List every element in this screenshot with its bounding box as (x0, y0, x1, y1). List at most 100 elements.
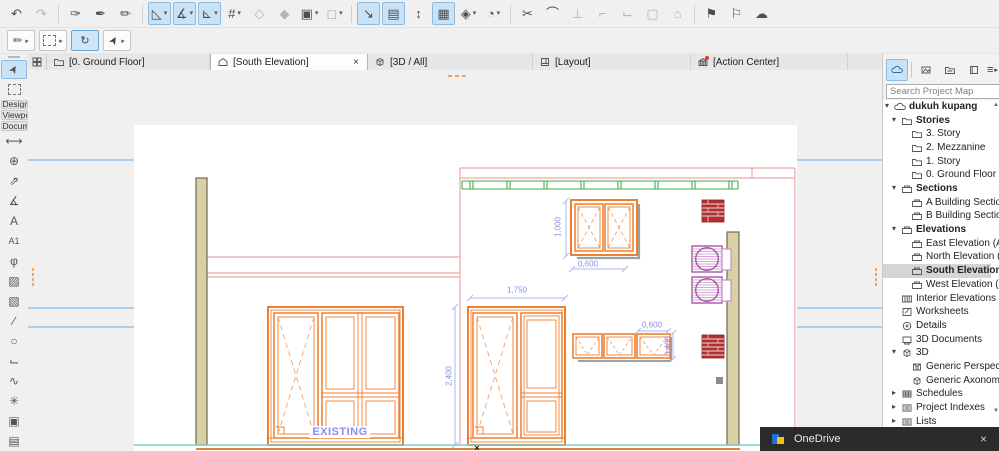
drawing-tool[interactable]: ▤ (1, 431, 27, 450)
tree-item-3-story[interactable]: 3. Story (883, 127, 991, 141)
undo-icon[interactable]: ↶ (5, 2, 28, 25)
tree-item-details[interactable]: Details (883, 319, 991, 333)
tab--layout-[interactable]: [Layout] (533, 54, 691, 70)
tree-item-sections[interactable]: ▾ Sections (883, 182, 991, 196)
label-tool[interactable]: A1 (1, 231, 27, 250)
tree-item-a-building-section[interactable]: A Building Section ( (883, 196, 999, 210)
tab--action-center-[interactable]: [Action Center] (691, 54, 848, 70)
tree-item-schedules[interactable]: ▸ Schedules (883, 387, 991, 401)
scroll-up-icon[interactable]: ▲ (992, 102, 999, 108)
tree-item-west-elevation-aut[interactable]: West Elevation (Aut (883, 278, 999, 292)
marquee-transform-icon[interactable]: ▦ (432, 2, 455, 25)
palette-handle[interactable] (8, 56, 20, 58)
circle-tool[interactable]: ○ (1, 331, 27, 350)
expander-icon[interactable]: ▾ (892, 347, 896, 356)
level-dimension-tool[interactable]: ⊕ (1, 152, 27, 171)
tree-item-0-ground-floor[interactable]: 0. Ground Floor (883, 168, 996, 182)
tab--3d-all-[interactable]: [3D / All] (368, 54, 533, 70)
expander-icon[interactable]: ▾ (892, 183, 896, 192)
scroll-down-icon[interactable]: ▼ (992, 408, 999, 414)
tab-tiles-icon[interactable] (28, 54, 47, 70)
pen-icon[interactable]: ✏ (114, 2, 137, 25)
toolbox-group-docume[interactable]: Docume (0, 120, 28, 131)
view-map-icon[interactable] (915, 59, 937, 81)
tree-item-generic-perspective[interactable]: Generic Perspective (883, 360, 999, 374)
search-input[interactable] (886, 84, 999, 99)
angle-dimension-tool[interactable]: ∡ (1, 191, 27, 210)
tree-item-generic-axonometr[interactable]: Generic Axonometr (883, 374, 999, 388)
toolbox-group-design[interactable]: Design (0, 99, 28, 110)
tree-item-1-story[interactable]: 1. Story (883, 155, 991, 169)
expander-icon[interactable]: ▸ (892, 416, 896, 425)
text-tool[interactable]: A (1, 211, 27, 230)
spline-tool[interactable]: ∿ (1, 371, 27, 390)
elevation-dimension-tool[interactable]: ⇗ (1, 172, 27, 191)
polyline-tool[interactable]: ⌙ (1, 351, 27, 370)
tree-item-3d-documents[interactable]: 3D Documents (883, 333, 991, 347)
selection-flyout[interactable]: ▸ (39, 30, 67, 51)
flag-icon[interactable]: ⚑ (700, 2, 723, 25)
snap-points-icon[interactable]: ⊾ ▾ (198, 2, 221, 25)
inject-parameters-icon[interactable]: ✒ (89, 2, 112, 25)
tab--south-elevation-[interactable]: [South Elevation] × (210, 54, 368, 70)
trace-reference-icon[interactable]: ▣ ▾ (298, 2, 321, 25)
tree-item-2-mezzanine[interactable]: 2. Mezzanine (883, 141, 991, 155)
close-icon[interactable]: × (980, 432, 987, 446)
expander-icon[interactable]: ▾ (892, 115, 896, 124)
tree-item-b-building-section[interactable]: B Building Section ( (883, 209, 999, 223)
tree-item-interior-elevations[interactable]: Interior Elevations (883, 292, 996, 306)
tree-item-3d[interactable]: ▾ 3D (883, 346, 991, 360)
line-tool[interactable]: ∕ (1, 311, 27, 330)
adjust-icon[interactable]: ⌒ (541, 2, 564, 25)
tree-item-north-elevation-au[interactable]: North Elevation (Au (883, 250, 999, 264)
expander-icon[interactable]: ▸ (892, 402, 896, 411)
tree-item-south-elevation-a[interactable]: South Elevation (A (883, 264, 999, 279)
drawing-canvas[interactable]: 1,000 0,600 1,750 0,600 0,400 2,400 EXISTING × (28, 70, 882, 451)
pick-up-parameters-icon[interactable]: ✑ (64, 2, 87, 25)
tree-item-dukuh-kupang[interactable]: ▾ dukuh kupang (883, 100, 991, 114)
dimension-tool[interactable]: ⟷ (1, 132, 27, 151)
tree-item-project-indexes[interactable]: ▸ Project Indexes (883, 401, 991, 415)
snap-grid-icon[interactable]: # ▾ (223, 2, 246, 25)
toolbox-group-viewpoi[interactable]: Viewpoi (0, 110, 28, 120)
tab--0-ground-floor-[interactable]: [0. Ground Floor] (47, 54, 210, 70)
fill-tool[interactable]: ▧ (1, 291, 27, 310)
marquee-tool[interactable] (1, 80, 27, 99)
gray-marker (716, 377, 723, 384)
drag-icon[interactable]: ↘ (357, 2, 380, 25)
flag-manager-icon[interactable]: ⚐ (725, 2, 748, 25)
publisher-icon[interactable] (963, 59, 985, 81)
origin-marker: × (474, 443, 480, 451)
layout-book-icon[interactable] (939, 59, 961, 81)
expander-icon[interactable]: ▸ (892, 388, 896, 397)
marker-tool[interactable]: φ (1, 251, 27, 270)
expander-icon[interactable]: ▾ (885, 101, 889, 110)
figure-tool[interactable]: ▣ (1, 411, 27, 430)
expander-icon[interactable]: ▾ (892, 224, 896, 233)
guide-lines-icon[interactable]: ◺ ▾ (148, 2, 171, 25)
tree-item-elevations[interactable]: ▾ Elevations (883, 223, 991, 237)
project-map-cloud-icon[interactable] (886, 59, 908, 81)
measure-icon[interactable]: ▤ (382, 2, 405, 25)
stretch-icon[interactable]: ↕ (407, 2, 430, 25)
zone-tool[interactable]: ▨ (1, 271, 27, 290)
arrow-tool[interactable]: ➤ (1, 59, 27, 79)
sun-study-icon[interactable]: ◔ ▾ (482, 2, 505, 25)
dimension-text: 0,600 (577, 259, 599, 269)
solid-operations-icon[interactable]: ◈ ▾ (457, 2, 480, 25)
arrow-flyout[interactable]: ➤ ▸ (103, 30, 131, 51)
tree-item-stories[interactable]: ▾ Stories (883, 114, 991, 128)
attribute-flyout[interactable]: ✏ ▸ (7, 30, 35, 51)
rotate-flyout[interactable]: ↻ (71, 30, 99, 51)
tree-item-worksheets[interactable]: Worksheets (883, 305, 991, 319)
toolbar-separator (694, 4, 695, 23)
panel-menu-icon[interactable]: ≡ ▸ (987, 64, 998, 76)
hotspot-tool[interactable]: ✳ (1, 391, 27, 410)
case-icon (901, 224, 913, 236)
split-icon[interactable]: ✂ (516, 2, 539, 25)
cloud-sync-icon[interactable]: ☁ (750, 2, 773, 25)
case-icon (911, 265, 923, 277)
snap-guides-icon[interactable]: ∡ ▾ (173, 2, 196, 25)
tab-close-icon[interactable]: × (351, 57, 361, 68)
tree-item-east-elevation-auto[interactable]: East Elevation (Auto (883, 237, 999, 251)
